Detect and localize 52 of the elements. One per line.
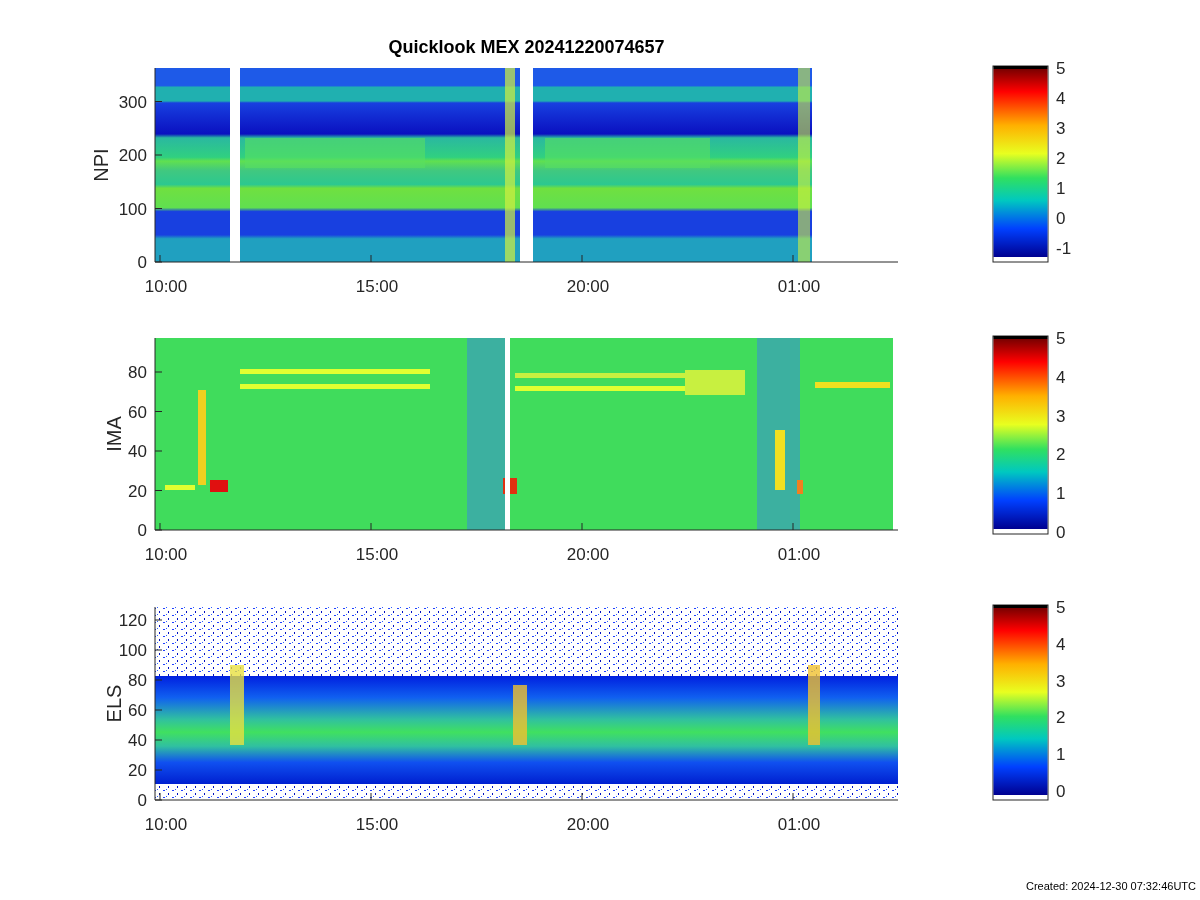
x-tick-label: 15:00 [355,277,399,296]
colorbar-tick-label: 1 [1056,179,1066,198]
created-timestamp: Created: 2024-12-30 07:32:46UTC [1026,880,1196,892]
y-tick-label: 0 [137,253,147,272]
x-tick-label: 20:00 [566,545,610,564]
x-tick-label: 20:00 [566,277,610,296]
y-tick-label: 20 [128,761,147,780]
colorbar-tick-label: 4 [1056,367,1066,387]
colorbar-tick-label: 0 [1056,523,1066,542]
colorbar-tick-label: 2 [1056,708,1066,728]
colorbar-tick-label: 3 [1056,119,1066,138]
colorbar-tick-label: 1 [1056,745,1066,765]
y-axis-label: NPI [90,148,112,182]
x-tick-label: 10:00 [144,277,188,296]
colorbar-tick-label: 2 [1056,445,1066,465]
y-axis-label: IMA [103,416,125,452]
y-tick-label: 80 [128,671,147,690]
y-axis-label: ELS [103,684,125,723]
y-tick-label: 200 [118,146,147,165]
colorbar-tick-label: 4 [1056,89,1066,108]
y-tick-label: 60 [128,701,147,720]
y-tick-label: 100 [118,641,147,660]
x-tick-label: 01:00 [777,815,821,834]
y-tick-label: 20 [128,481,147,501]
x-tick-label: 01:00 [777,277,821,296]
colorbar-tick-label: 4 [1056,634,1066,654]
y-tick-label: 60 [128,402,147,422]
colorbar-tick-label: 1 [1056,484,1066,504]
colorbar-tick-label: 3 [1056,671,1066,691]
colorbar-tick-label: 2 [1056,149,1066,168]
y-tick-label: 80 [128,363,147,382]
x-tick-label: 10:00 [144,545,188,564]
colorbar-tick-label: 0 [1056,782,1066,801]
colorbar-tick-label: 3 [1056,406,1066,426]
y-tick-label: 40 [128,442,147,461]
y-tick-label: 300 [118,92,147,112]
colorbar-tick-label: 5 [1056,600,1066,617]
x-tick-label: 20:00 [566,815,610,834]
x-tick-label: 01:00 [777,545,821,564]
colorbar-tick-label: 0 [1056,209,1066,228]
y-tick-label: 40 [128,731,147,750]
plot-title: Quicklook MEX 20241220074657 [387,36,666,59]
y-tick-label: 120 [118,611,147,630]
x-tick-label: 15:00 [355,545,399,564]
colorbar-tick-label: 5 [1056,60,1066,78]
x-tick-label: 15:00 [355,815,399,834]
colorbar-tick-label: 5 [1056,330,1066,348]
y-tick-label: 0 [137,791,147,810]
colorbar-tick-label: -1 [1056,239,1072,258]
x-tick-label: 10:00 [144,815,188,834]
y-tick-label: 100 [118,199,147,219]
y-tick-label: 0 [137,521,147,540]
